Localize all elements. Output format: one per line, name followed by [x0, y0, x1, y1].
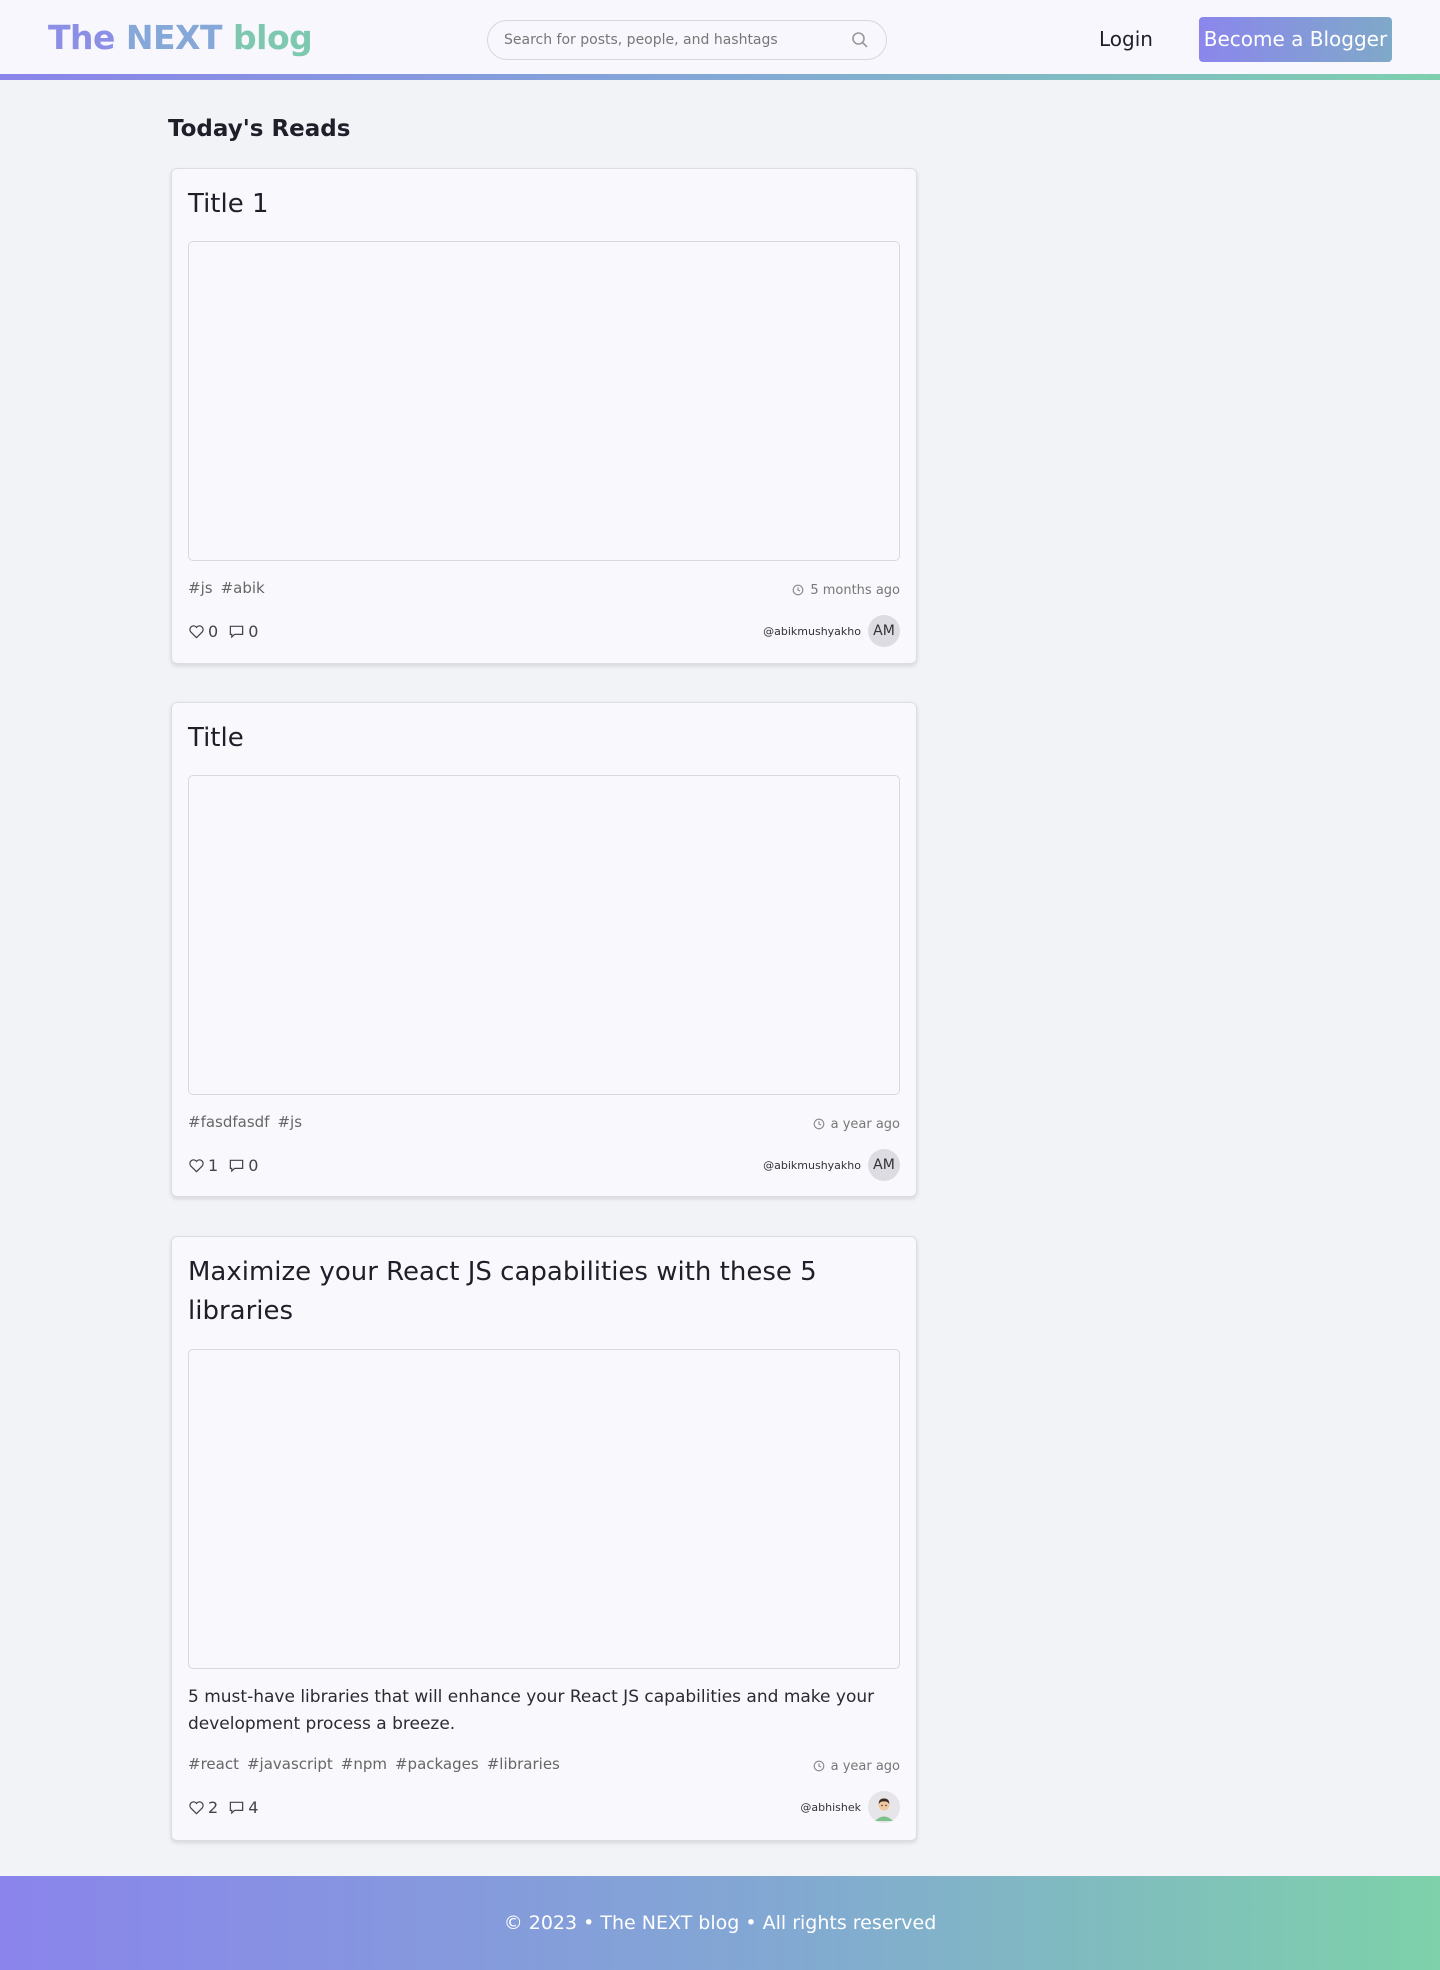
heart-icon [189, 624, 204, 639]
post-stats: 2 4 [188, 1795, 258, 1819]
tag-link[interactable]: #javascript [247, 1755, 333, 1775]
tag-link[interactable]: #libraries [487, 1755, 560, 1775]
comment-icon [229, 625, 244, 638]
like-button[interactable]: 0 [188, 622, 218, 641]
avatar[interactable] [868, 1791, 900, 1823]
become-blogger-button[interactable]: Become a Blogger [1199, 17, 1392, 62]
avatar[interactable]: AM [868, 1149, 900, 1181]
post-title[interactable]: Title 1 [188, 185, 900, 224]
post-stats: 1 0 [188, 1153, 258, 1177]
like-count: 2 [208, 1797, 219, 1817]
tag-link[interactable]: #js [188, 579, 213, 599]
post-tags: #fasdfasdf #js [188, 1113, 302, 1133]
post-cover-image[interactable] [188, 1349, 900, 1669]
time-label: 5 months ago [810, 582, 900, 598]
top-navbar: The NEXT blog Login Become a Blogger [0, 0, 1440, 74]
like-button[interactable]: 2 [188, 1798, 218, 1817]
author-handle[interactable]: @abikmushyakho [763, 625, 861, 638]
comment-count: 0 [248, 1155, 259, 1175]
section-title: Today's Reads [168, 116, 351, 142]
comment-icon [229, 1801, 244, 1814]
post-time: a year ago [813, 1756, 900, 1776]
search-box [487, 20, 887, 60]
avatar[interactable]: AM [868, 615, 900, 647]
avatar-illustration-icon [868, 1791, 900, 1823]
post-cover-image[interactable] [188, 775, 900, 1095]
time-label: a year ago [830, 1758, 900, 1774]
author-handle[interactable]: @abhishek [800, 1801, 861, 1814]
tag-link[interactable]: #react [188, 1755, 239, 1775]
tag-link[interactable]: #packages [395, 1755, 479, 1775]
site-logo[interactable]: The NEXT blog [48, 18, 313, 57]
time-label: a year ago [830, 1116, 900, 1132]
like-count: 0 [208, 621, 219, 641]
post-description: 5 must-have libraries that will enhance … [188, 1687, 875, 1734]
login-link[interactable]: Login [1090, 24, 1162, 54]
heart-icon [189, 1158, 204, 1173]
post-author[interactable]: @abikmushyakho AM [763, 1149, 900, 1181]
post-tags: #js #abik [188, 579, 265, 599]
post-author[interactable]: @abhishek [800, 1791, 900, 1823]
post-cover-image[interactable] [188, 241, 900, 561]
logo-word-3: blog [233, 18, 313, 57]
clock-icon [792, 584, 804, 596]
post-card[interactable]: Maximize your React JS capabilities with… [171, 1236, 917, 1841]
comment-count: 0 [248, 621, 259, 641]
clock-icon [813, 1760, 824, 1772]
author-handle[interactable]: @abikmushyakho [763, 1159, 861, 1172]
footer-text: © 2023 • The NEXT blog • All rights rese… [503, 1912, 937, 1934]
comment-button[interactable]: 4 [228, 1798, 258, 1817]
heart-icon [189, 1800, 204, 1815]
clock-icon [813, 1118, 824, 1130]
logo-word-2: NEXT [125, 18, 223, 57]
search-input[interactable] [504, 21, 844, 59]
site-footer: © 2023 • The NEXT blog • All rights rese… [0, 1876, 1440, 1970]
post-tags: #react #javascript #npm #packages #libra… [188, 1755, 560, 1775]
post-title[interactable]: Title [188, 719, 900, 758]
like-count: 1 [208, 1155, 219, 1175]
header-gradient-bar [0, 74, 1440, 80]
comment-icon [229, 1159, 244, 1172]
tag-link[interactable]: #js [277, 1113, 302, 1133]
tag-link[interactable]: #fasdfasdf [188, 1113, 269, 1133]
like-button[interactable]: 1 [188, 1156, 218, 1175]
tag-link[interactable]: #abik [221, 579, 265, 599]
comment-button[interactable]: 0 [228, 1156, 258, 1175]
post-card[interactable]: Title #fasdfasdf #js a year ago 1 0 @abi… [171, 702, 917, 1197]
post-stats: 0 0 [188, 619, 258, 643]
post-card[interactable]: Title 1 #js #abik 5 months ago 0 0 @abik… [171, 168, 917, 664]
comment-button[interactable]: 0 [228, 622, 258, 641]
search-icon[interactable] [850, 30, 870, 50]
logo-word-1: The [48, 18, 115, 57]
post-time: a year ago [813, 1114, 900, 1134]
post-title[interactable]: Maximize your React JS capabilities with… [188, 1253, 900, 1331]
post-time: 5 months ago [792, 580, 900, 600]
tag-link[interactable]: #npm [341, 1755, 387, 1775]
post-author[interactable]: @abikmushyakho AM [763, 615, 900, 647]
comment-count: 4 [248, 1797, 259, 1817]
